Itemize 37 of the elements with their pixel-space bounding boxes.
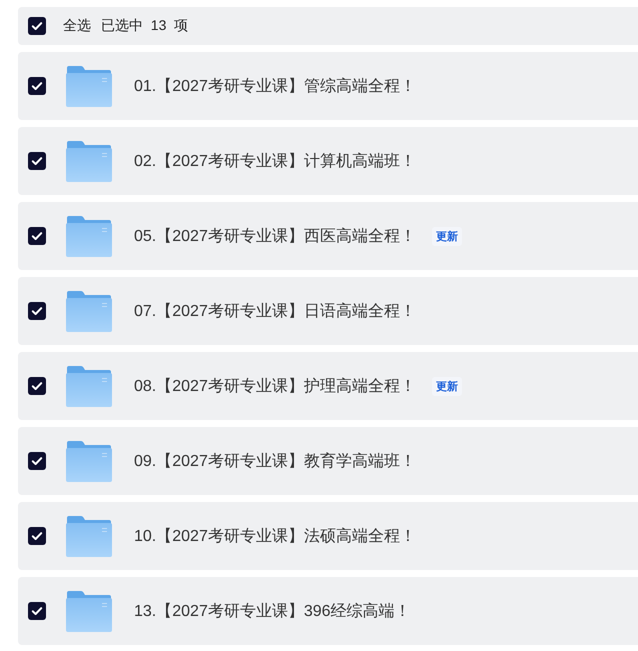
- checkbox[interactable]: [28, 227, 46, 245]
- folder-row[interactable]: 07.【2027考研专业课】日语高端全程！: [18, 277, 638, 345]
- folder-row[interactable]: 01.【2027考研专业课】管综高端全程！: [18, 52, 638, 120]
- checkbox[interactable]: [28, 17, 46, 35]
- checkbox[interactable]: [28, 302, 46, 320]
- checkbox[interactable]: [28, 602, 46, 620]
- folder-name: 13.【2027考研专业课】396经综高端！: [134, 602, 411, 622]
- folder-row[interactable]: 05.【2027考研专业课】西医高端全程！ 更新: [18, 202, 638, 270]
- folder-icon: [66, 216, 112, 256]
- checkbox[interactable]: [28, 527, 46, 545]
- folder-name: 01.【2027考研专业课】管综高端全程！: [134, 76, 416, 96]
- checkbox[interactable]: [28, 452, 46, 470]
- folder-name: 05.【2027考研专业课】西医高端全程！: [134, 226, 416, 246]
- folder-icon: [66, 290, 112, 332]
- folder-name: 07.【2027考研专业课】日语高端全程！: [134, 302, 416, 322]
- folder-icon: [66, 140, 112, 182]
- folder-row[interactable]: 10.【2027考研专业课】法硕高端全程！: [18, 502, 638, 570]
- folder-name: 09.【2027考研专业课】教育学高端班！: [134, 451, 416, 472]
- checkbox[interactable]: [28, 152, 46, 170]
- selected-count-text: 已选中 13 项: [101, 17, 188, 35]
- checkbox[interactable]: [28, 377, 46, 395]
- folder-row[interactable]: 09.【2027考研专业课】教育学高端班！: [18, 427, 638, 495]
- folder-row[interactable]: 02.【2027考研专业课】计算机高端班！: [18, 127, 638, 195]
- folder-icon: [66, 590, 112, 632]
- folder-row[interactable]: 13.【2027考研专业课】396经综高端！: [18, 577, 638, 645]
- folder-icon: [66, 516, 112, 556]
- update-badge: 更新: [432, 226, 462, 246]
- update-badge: 更新: [432, 376, 462, 396]
- folder-name: 08.【2027考研专业课】护理高端全程！: [134, 376, 416, 396]
- folder-name: 02.【2027考研专业课】计算机高端班！: [134, 152, 416, 172]
- select-all-label[interactable]: 全选: [63, 17, 91, 35]
- checkbox[interactable]: [28, 77, 46, 95]
- folder-icon: [66, 66, 112, 106]
- folder-name: 10.【2027考研专业课】法硕高端全程！: [134, 526, 416, 546]
- folder-row[interactable]: 08.【2027考研专业课】护理高端全程！ 更新: [18, 352, 638, 420]
- folder-icon: [66, 366, 112, 406]
- folder-icon: [66, 440, 112, 482]
